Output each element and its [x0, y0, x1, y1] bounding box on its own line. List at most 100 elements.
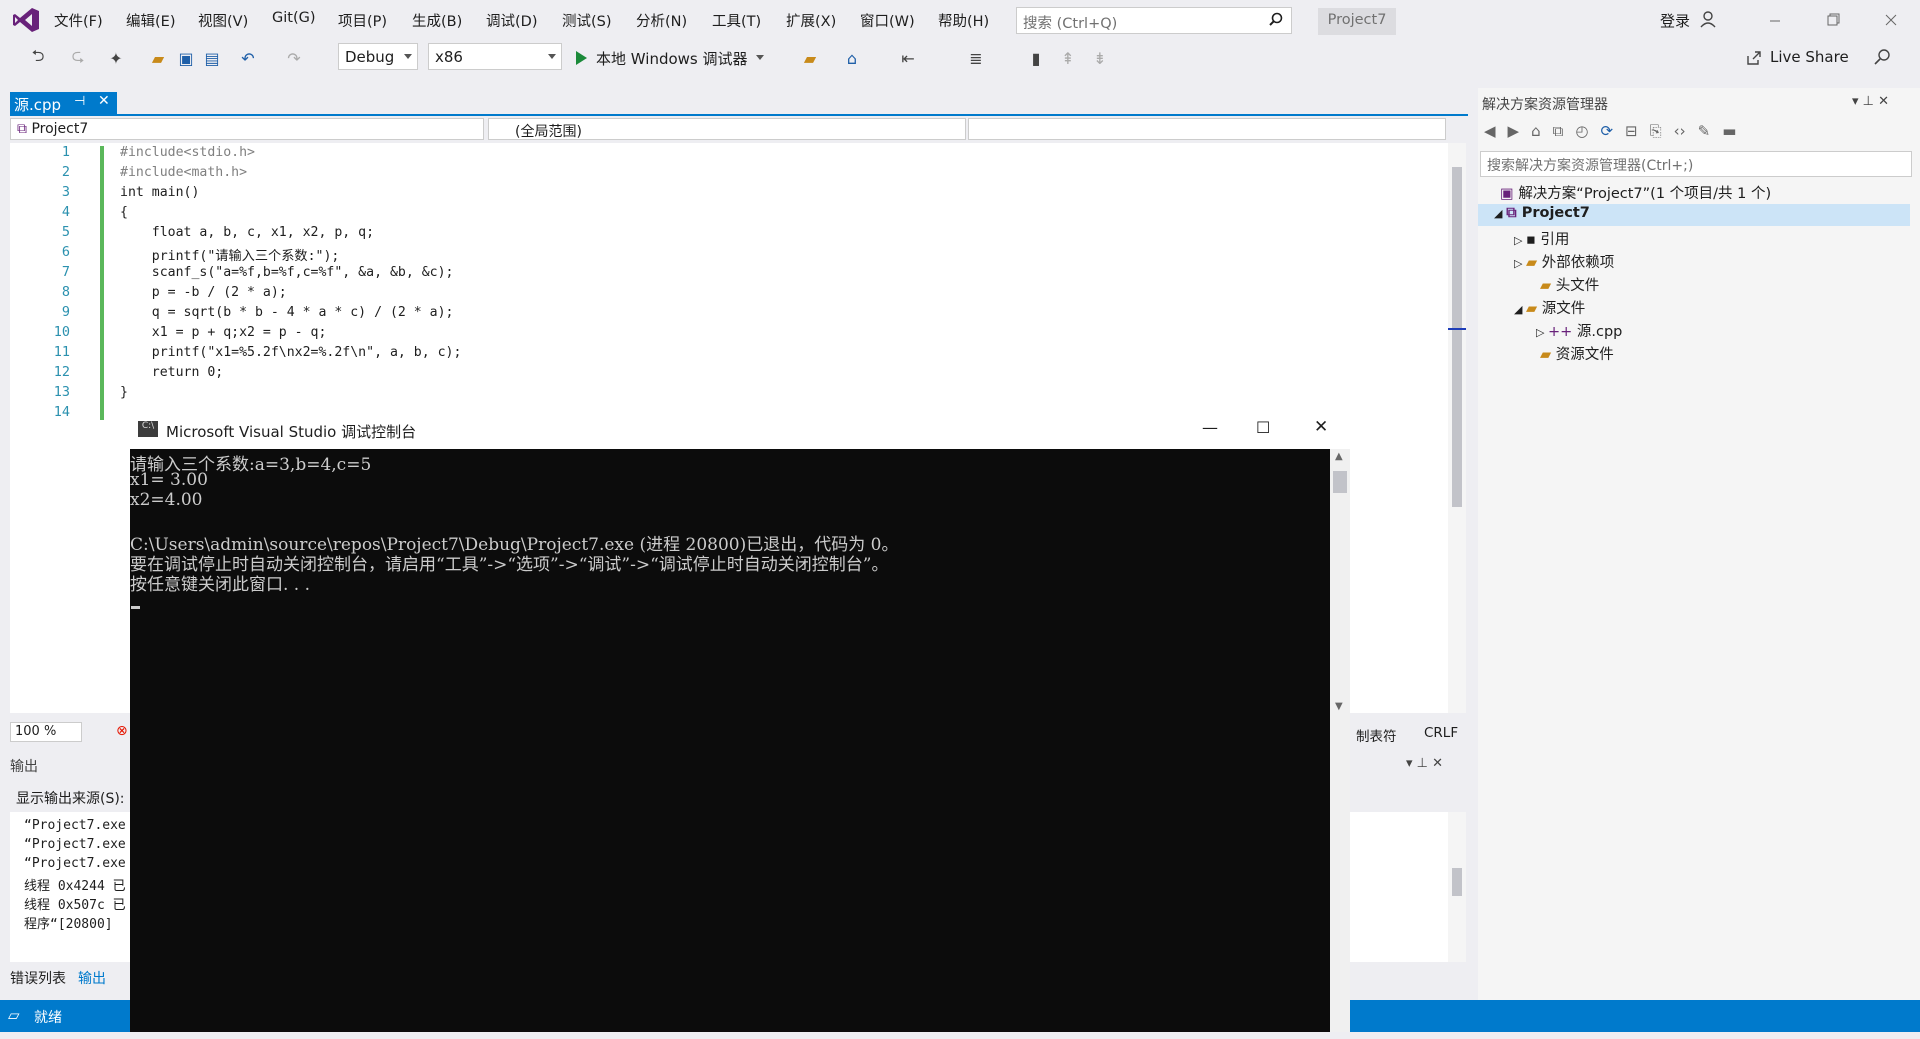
save-all-icon[interactable]: ▤ [202, 47, 222, 69]
tree-solution[interactable]: ▣ 解决方案“Project7”(1 个项目/共 1 个) [1500, 182, 1771, 203]
switch-view-icon[interactable]: ⧉ [1553, 122, 1564, 144]
undo-icon[interactable]: ↶ [238, 47, 258, 69]
start-debugging-button[interactable]: 本地 Windows 调试器 [574, 46, 764, 70]
solution-search-input[interactable]: 搜索解决方案资源管理器(Ctrl+;) [1480, 151, 1912, 177]
redo-icon[interactable]: ↷ [284, 47, 304, 69]
menu-view[interactable]: 视图(V) [198, 10, 248, 31]
menu-tools[interactable]: 工具(T) [712, 10, 761, 31]
pane-menu-icon[interactable]: ▾ ⊥ ✕ [1852, 94, 1889, 109]
sync-icon[interactable]: ⟳ [1600, 122, 1613, 144]
preview-icon[interactable]: ▬ [1722, 122, 1736, 144]
menu-project[interactable]: 项目(P) [338, 10, 387, 31]
line-number: 5 [61, 224, 70, 240]
menu-build[interactable]: 生成(B) [412, 10, 462, 31]
user-icon[interactable] [1700, 10, 1718, 28]
play-icon [576, 51, 587, 65]
platform-value: x86 [435, 48, 463, 66]
maximize-icon[interactable]: ☐ [1256, 418, 1270, 437]
browser-icon[interactable]: ⌂ [842, 47, 862, 69]
line-number: 8 [61, 284, 70, 300]
menu-file[interactable]: 文件(F) [54, 10, 103, 31]
editor-scrollbar[interactable] [1448, 143, 1466, 713]
tree-resource-files[interactable]: ▰ 资源文件 [1540, 343, 1614, 364]
tree-project[interactable]: ◢ ⧉ Project7 [1494, 205, 1590, 221]
scrollbar-thumb[interactable] [1452, 167, 1462, 507]
restore-icon[interactable] [1818, 10, 1848, 30]
menu-bar: 文件(F) 编辑(E) 视图(V) Git(G) 项目(P) 生成(B) 调试(… [0, 0, 1920, 40]
sign-in-link[interactable]: 登录 [1660, 10, 1690, 31]
home-icon[interactable]: ⌂ [1531, 122, 1541, 144]
platform-dropdown[interactable]: x86 [428, 43, 562, 70]
forward-icon[interactable]: ▶ [1508, 122, 1520, 144]
scope-nav-dropdown[interactable]: (全局范围) [488, 118, 966, 140]
close-icon[interactable]: ✕ [1314, 417, 1328, 437]
project-nav-dropdown[interactable]: ⧉ Project7 [10, 118, 484, 140]
menu-extensions[interactable]: 扩展(X) [786, 10, 836, 31]
tree-source-cpp[interactable]: ▷ ++ 源.cpp [1536, 320, 1622, 341]
scrollbar-thumb[interactable] [1333, 471, 1347, 493]
configuration-dropdown[interactable]: Debug [338, 43, 418, 70]
output-pane-title: 输出 [10, 759, 38, 775]
pin-icon[interactable]: ⊣ [74, 94, 85, 109]
tree-references[interactable]: ▷ ▪ 引用 [1514, 228, 1569, 249]
indent-icon[interactable]: ≣ [966, 47, 986, 69]
scroll-up-icon[interactable]: ▲ [1335, 451, 1343, 462]
tree-solution-label: 解决方案“Project7”(1 个项目/共 1 个) [1518, 186, 1772, 202]
minimize-icon[interactable]: — [1202, 418, 1218, 437]
forward-icon[interactable]: ⮎ [68, 46, 88, 69]
document-tab-label: 源.cpp [14, 96, 62, 114]
new-project-icon[interactable]: ✦ [106, 47, 126, 69]
minimize-icon[interactable] [1760, 10, 1790, 30]
collapse-icon[interactable]: ⊟ [1625, 122, 1638, 144]
filter-folder-icon: ▰ [1540, 347, 1556, 363]
cpp-project-icon: ⧉ [1506, 205, 1522, 221]
close-icon[interactable] [1876, 10, 1906, 30]
tab-mode-indicator[interactable]: 制表符 [1356, 725, 1397, 745]
line-ending-indicator[interactable]: CRLF [1424, 725, 1458, 741]
scrollbar-thumb[interactable] [1452, 868, 1462, 896]
search-input[interactable]: 搜索 (Ctrl+Q) [1016, 7, 1292, 34]
close-tab-icon[interactable]: ✕ [98, 93, 110, 109]
menu-edit[interactable]: 编辑(E) [126, 10, 175, 31]
show-all-icon[interactable]: ⎘ [1650, 122, 1662, 144]
zoom-dropdown[interactable]: 100 % [10, 722, 82, 742]
prev-bookmark-icon[interactable]: ⇞ [1058, 47, 1078, 69]
tree-source-files[interactable]: ◢ ▰ 源文件 [1514, 297, 1585, 318]
tab-output[interactable]: 输出 [78, 968, 106, 988]
error-icon[interactable]: ⊗ [116, 723, 128, 739]
back-icon[interactable]: ◀ [1484, 122, 1496, 144]
step-icon[interactable]: ⇤ [898, 47, 918, 69]
output-line: 程序“[20800] [24, 917, 113, 932]
open-folder-icon[interactable]: ▰ [148, 47, 168, 69]
bookmark-icon[interactable]: ▮ [1026, 47, 1046, 69]
document-tab-source-cpp[interactable]: 源.cpp ⊣ ✕ [10, 92, 117, 114]
next-bookmark-icon[interactable]: ⇟ [1090, 47, 1110, 69]
tab-error-list[interactable]: 错误列表 [10, 968, 66, 988]
menu-test[interactable]: 测试(S) [562, 10, 612, 31]
line-number: 9 [61, 304, 70, 320]
collapse-arrow-icon: ▷ [1514, 257, 1526, 270]
references-icon: ▪ [1525, 232, 1541, 248]
line-number: 2 [61, 164, 70, 180]
find-in-files-icon[interactable]: ▰ [800, 47, 820, 69]
live-share-button[interactable]: Live Share [1770, 48, 1849, 66]
console-scrollbar[interactable]: ▲ ▼ [1330, 449, 1350, 1032]
menu-window[interactable]: 窗口(W) [860, 10, 915, 31]
wrench-icon[interactable]: ✎ [1698, 122, 1711, 144]
code-line: p = -b / (2 * a); [120, 285, 287, 300]
history-icon[interactable]: ◴ [1575, 122, 1588, 144]
menu-git[interactable]: Git(G) [272, 10, 316, 26]
back-icon[interactable]: ⮌ [28, 46, 48, 69]
menu-help[interactable]: 帮助(H) [938, 10, 989, 31]
output-scrollbar[interactable] [1448, 812, 1466, 962]
member-nav-dropdown[interactable] [968, 118, 1446, 140]
tree-header-files[interactable]: ▰ 头文件 [1540, 274, 1599, 295]
pane-menu-icon[interactable]: ▾ ⊥ ✕ [1406, 756, 1443, 771]
code-icon[interactable]: ‹› [1674, 122, 1686, 144]
menu-debug[interactable]: 调试(D) [486, 10, 537, 31]
scroll-down-icon[interactable]: ▼ [1335, 701, 1343, 712]
tree-external-deps[interactable]: ▷ ▰ 外部依赖项 [1514, 251, 1614, 272]
menu-analyze[interactable]: 分析(N) [636, 10, 687, 31]
feedback-icon[interactable] [1874, 48, 1892, 66]
save-icon[interactable]: ▣ [176, 47, 196, 69]
